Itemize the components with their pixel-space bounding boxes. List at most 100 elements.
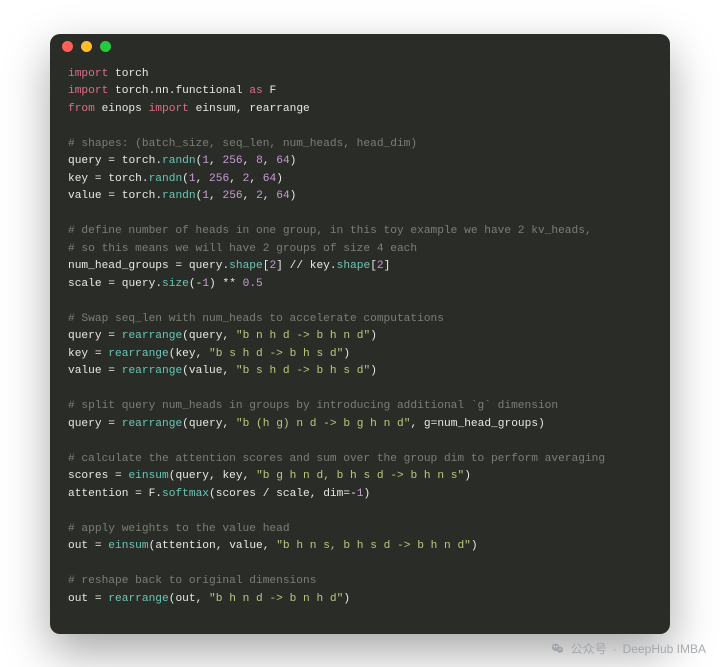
close-icon[interactable] [62, 41, 73, 52]
watermark: 公众号 · DeepHub IMBA [550, 640, 706, 657]
code-token-fn: size [162, 278, 189, 290]
code-line: from einops import einsum, rearrange [68, 101, 652, 119]
code-line: query = rearrange(query, "b n h d -> b h… [68, 328, 652, 346]
code-token-num: 64 [276, 155, 289, 167]
code-token-id: torch [122, 155, 156, 167]
code-token-cmt: # so this means we will have 2 groups of… [68, 243, 417, 255]
code-token-fn: einsum [128, 470, 168, 482]
code-token-str: "b (h g) n d -> b g h n d" [236, 418, 411, 430]
code-token-fn: rearrange [108, 593, 168, 605]
code-line: value = rearrange(value, "b s h d -> b h… [68, 363, 652, 381]
code-token-op: = [175, 260, 188, 272]
code-token-num: 1 [357, 488, 364, 500]
code-token-op: , [222, 418, 235, 430]
code-token-fn: einsum [108, 540, 148, 552]
code-token-fn: shape [337, 260, 371, 272]
code-token-fn: rearrange [122, 365, 182, 377]
code-token-op: ] [384, 260, 391, 272]
code-token-op: = [135, 488, 148, 500]
code-token-op [189, 103, 196, 115]
code-token-op: ) [343, 348, 350, 360]
code-line: out = einsum(attention, value, "b h n s,… [68, 538, 652, 556]
code-token-op: , [196, 173, 209, 185]
code-line [68, 293, 652, 311]
code-token-num: 8 [256, 155, 263, 167]
code-line: scale = query.size(-1) ** 0.5 [68, 276, 652, 294]
code-line: # so this means we will have 2 groups of… [68, 241, 652, 259]
code-token-op: , [222, 330, 235, 342]
code-token-op: , [310, 488, 323, 500]
code-token-op: , [196, 593, 209, 605]
code-token-op: = [95, 173, 108, 185]
code-token-str: "b n h d -> b h n d" [236, 330, 370, 342]
code-token-id: scale [68, 278, 108, 290]
code-token-op: - [350, 488, 357, 500]
code-line [68, 381, 652, 399]
code-token-num: 2 [256, 190, 263, 202]
code-token-op: , [209, 470, 222, 482]
code-token-op [108, 85, 115, 97]
zoom-icon[interactable] [100, 41, 111, 52]
code-line: key = rearrange(key, "b s h d -> b h s d… [68, 346, 652, 364]
code-token-id: query [68, 418, 108, 430]
code-token-op: = [108, 418, 121, 430]
code-token-id: query [68, 330, 108, 342]
code-line: # split query num_heads in groups by int… [68, 398, 652, 416]
code-token-str: "b g h n d, b h s d -> b h n s" [256, 470, 464, 482]
code-token-mod: einsum, rearrange [196, 103, 310, 115]
code-token-op: ) [290, 190, 297, 202]
code-token-op: [ [370, 260, 377, 272]
code-token-op: ( [189, 278, 196, 290]
code-token-op: , [209, 190, 222, 202]
code-token-op: ) [370, 365, 377, 377]
code-token-fn: shape [229, 260, 263, 272]
code-token-op: , [222, 365, 235, 377]
code-token-op [108, 68, 115, 80]
code-token-id: attention [155, 540, 215, 552]
code-line [68, 503, 652, 521]
code-token-num: 1 [189, 173, 196, 185]
code-token-id: key [175, 348, 195, 360]
code-token-mod: F [269, 85, 276, 97]
code-token-num: 64 [276, 190, 289, 202]
code-line: # apply weights to the value head [68, 521, 652, 539]
code-token-op: ) [343, 593, 350, 605]
code-token-id: query [68, 155, 108, 167]
code-token-op: , [263, 540, 276, 552]
code-token-cmt: # apply weights to the value head [68, 523, 290, 535]
code-token-kw: import [68, 85, 108, 97]
watermark-name: DeepHub IMBA [623, 642, 706, 656]
code-token-op: , [263, 155, 276, 167]
code-token-fn: rearrange [108, 348, 168, 360]
code-token-op: ( [209, 488, 216, 500]
code-line: out = rearrange(out, "b h n d -> b n h d… [68, 591, 652, 609]
code-token-fn: rearrange [122, 418, 182, 430]
code-token-kw: import [149, 103, 189, 115]
code-token-id: key [68, 348, 95, 360]
code-token-op: , [196, 348, 209, 360]
code-token-id: scores [68, 470, 115, 482]
code-token-kw: import [68, 68, 108, 80]
code-token-num: 64 [263, 173, 276, 185]
stage: import torch import torch.nn.functional a… [0, 0, 720, 667]
code-token-num: 256 [209, 173, 229, 185]
code-token-op: = [108, 330, 121, 342]
code-token-id: out [68, 593, 95, 605]
code-token-id: scores [216, 488, 263, 500]
code-line [68, 556, 652, 574]
code-token-id: attention [68, 488, 135, 500]
code-token-op [95, 103, 102, 115]
code-token-op: , [410, 418, 423, 430]
code-token-id: value [229, 540, 263, 552]
code-token-id: num_head_groups [437, 418, 538, 430]
code-token-op: ( [182, 418, 189, 430]
code-line: import torch.nn.functional as F [68, 83, 652, 101]
code-token-id: scale [276, 488, 310, 500]
code-token-op: = [95, 540, 108, 552]
code-line: # define number of heads in one group, i… [68, 223, 652, 241]
code-token-id: torch [122, 190, 156, 202]
code-line: query = rearrange(query, "b (h g) n d ->… [68, 416, 652, 434]
code-line: num_head_groups = query.shape[2] // key.… [68, 258, 652, 276]
minimize-icon[interactable] [81, 41, 92, 52]
code-token-fn: softmax [162, 488, 209, 500]
